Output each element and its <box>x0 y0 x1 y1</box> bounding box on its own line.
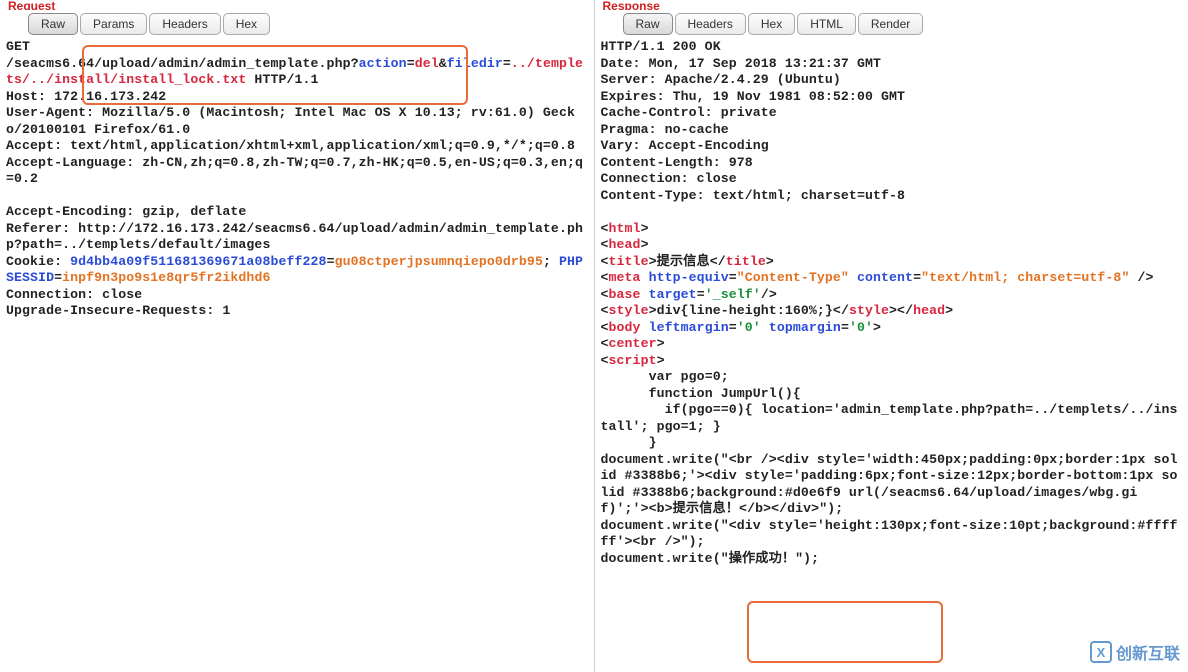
tab-raw-resp[interactable]: Raw <box>623 13 673 35</box>
request-text[interactable]: GET /seacms6.64/upload/admin/admin_templ… <box>0 35 594 672</box>
tab-params[interactable]: Params <box>80 13 147 35</box>
tab-hex[interactable]: Hex <box>223 13 270 35</box>
request-tabs: Raw Params Headers Hex <box>0 10 594 35</box>
tab-html-resp[interactable]: HTML <box>797 13 856 35</box>
tab-render-resp[interactable]: Render <box>858 13 923 35</box>
response-title: Response <box>595 0 1188 10</box>
tab-headers-resp[interactable]: Headers <box>675 13 746 35</box>
response-text[interactable]: HTTP/1.1 200 OK Date: Mon, 17 Sep 2018 1… <box>595 35 1188 672</box>
request-pane: Request Raw Params Headers Hex GET /seac… <box>0 0 595 672</box>
request-title: Request <box>0 0 594 10</box>
response-tabs: Raw Headers Hex HTML Render <box>595 10 1188 35</box>
tab-hex-resp[interactable]: Hex <box>748 13 795 35</box>
response-pane: Response Raw Headers Hex HTML Render HTT… <box>595 0 1188 672</box>
tab-headers[interactable]: Headers <box>149 13 220 35</box>
tab-raw[interactable]: Raw <box>28 13 78 35</box>
